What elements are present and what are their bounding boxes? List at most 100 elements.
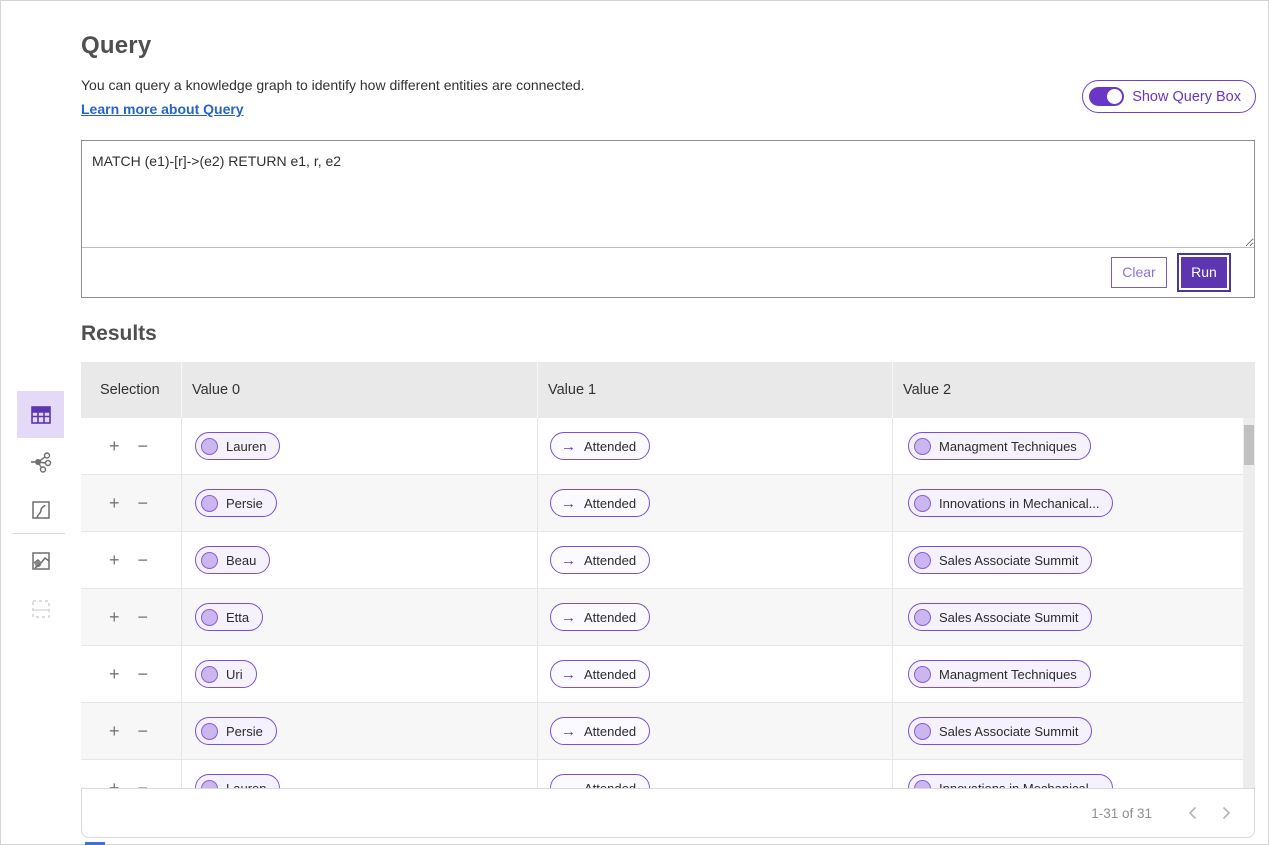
previous-page-button[interactable] [1180,801,1204,825]
relationship-label: Attended [584,439,636,454]
entity-pill[interactable]: Sales Associate Summit [908,546,1092,574]
remove-from-selection-button[interactable]: − [138,551,149,569]
toggle-knob [1107,89,1122,104]
remove-from-selection-button[interactable]: − [138,665,149,683]
entity-pill[interactable]: Lauren [195,432,280,460]
table-row: + − Lauren →Attended Managment Technique… [81,418,1243,475]
entity-pill[interactable]: Lauren [195,774,280,788]
link-chart-view-button[interactable] [17,438,64,485]
value2-cell: Managment Techniques [892,646,1243,702]
column-header-value1: Value 1 [537,362,892,418]
value2-cell: Innovations in Mechanical... [892,475,1243,531]
selection-cell: + − [81,475,181,531]
value0-cell: Lauren [181,760,537,788]
column-header-value0: Value 0 [181,362,537,418]
selection-cell: + − [81,760,181,788]
relationship-arrow-icon: → [561,724,576,739]
table-view-button[interactable] [17,391,64,438]
pagination-range: 1-31 of 31 [1091,806,1152,821]
entity-label: Uri [226,667,243,682]
relationship-label: Attended [584,610,636,625]
query-input[interactable]: MATCH (e1)-[r]->(e2) RETURN e1, r, e2 [82,141,1254,248]
entity-label: Etta [226,610,249,625]
entity-pill[interactable]: Innovations in Mechanical... [908,774,1113,788]
relationship-pill[interactable]: →Attended [550,603,650,631]
remove-from-selection-button[interactable]: − [138,437,149,455]
add-to-selection-button[interactable]: + [109,608,120,626]
table-scrollbar-thumb[interactable] [1244,425,1254,465]
remove-from-selection-button[interactable]: − [138,779,149,788]
toggle-label: Show Query Box [1132,89,1241,105]
clear-button[interactable]: Clear [1111,257,1167,288]
selection-cell: + − [81,703,181,759]
entity-pill[interactable]: Sales Associate Summit [908,717,1092,745]
relationship-pill[interactable]: →Attended [550,432,650,460]
entity-pill[interactable]: Uri [195,660,257,688]
add-to-selection-button[interactable]: + [109,665,120,683]
value1-cell: → Attended [537,703,892,759]
selection-cell: + − [81,646,181,702]
table-scrollbar[interactable] [1243,418,1255,788]
entity-node-icon [914,666,931,683]
entity-pill[interactable]: Beau [195,546,270,574]
remove-from-selection-button[interactable]: − [138,608,149,626]
add-to-selection-button[interactable]: + [109,722,120,740]
results-heading: Results [81,322,157,346]
relationship-arrow-icon: → [561,553,576,568]
map-view-button[interactable] [17,486,64,533]
entity-label: Innovations in Mechanical... [939,496,1099,511]
relationship-arrow-icon: → [561,667,576,682]
entity-pill[interactable]: Persie [195,717,277,745]
next-page-button[interactable] [1214,801,1238,825]
column-header-selection: Selection [81,362,181,418]
value1-cell: → Attended [537,532,892,588]
selection-cell: + − [81,589,181,645]
value2-cell: Sales Associate Summit [892,703,1243,759]
entity-pill[interactable]: Etta [195,603,263,631]
entity-node-icon [914,780,931,789]
entity-label: Innovations in Mechanical... [939,781,1099,789]
entity-node-icon [201,438,218,455]
relationship-label: Attended [584,724,636,739]
entity-pill[interactable]: Persie [195,489,277,517]
relationship-pill[interactable]: → Attended [550,546,650,574]
relationship-label: Attended [584,553,636,568]
add-to-map-icon [29,549,53,573]
add-to-selection-button[interactable]: + [109,779,120,788]
remove-from-selection-button[interactable]: − [138,494,149,512]
entity-pill[interactable]: Managment Techniques [908,432,1091,460]
entity-pill[interactable]: Managment Techniques [908,660,1091,688]
entity-pill[interactable]: Sales Associate Summit [908,603,1092,631]
toggle-switch-icon[interactable] [1089,87,1124,106]
relationship-arrow-icon: → [561,781,576,789]
add-to-selection-button[interactable]: + [109,437,120,455]
page-title: Query [81,32,151,60]
relationship-pill[interactable]: → Attended [550,774,650,788]
query-actions-bar: Clear Run [82,247,1254,297]
relationship-label: Attended [584,781,636,789]
add-to-selection-button[interactable]: + [109,551,120,569]
entity-node-icon [201,495,218,512]
selection-tool-icon [29,597,53,621]
remove-from-selection-button[interactable]: − [138,722,149,740]
entity-label: Lauren [226,439,266,454]
entity-label: Persie [226,724,263,739]
entity-label: Managment Techniques [939,667,1077,682]
value2-cell: Innovations in Mechanical... [892,760,1243,788]
map-view-icon [29,498,53,522]
value2-cell: Managment Techniques [892,418,1243,474]
results-table: Selection Value 0 Value 1 Value 2 + − La… [81,362,1255,788]
learn-more-link[interactable]: Learn more about Query [81,101,244,117]
entity-label: Sales Associate Summit [939,553,1078,568]
relationship-pill[interactable]: →Attended [550,489,650,517]
add-to-selection-button[interactable]: + [109,494,120,512]
relationship-pill[interactable]: →Attended [550,660,650,688]
add-to-map-button[interactable] [17,537,64,584]
relationship-pill[interactable]: → Attended [550,717,650,745]
run-button[interactable]: Run [1181,257,1227,288]
value1-cell: →Attended [537,589,892,645]
link-chart-view-icon [29,450,53,474]
table-view-icon [29,403,53,427]
entity-pill[interactable]: Innovations in Mechanical... [908,489,1113,517]
show-query-box-toggle[interactable]: Show Query Box [1082,80,1256,113]
